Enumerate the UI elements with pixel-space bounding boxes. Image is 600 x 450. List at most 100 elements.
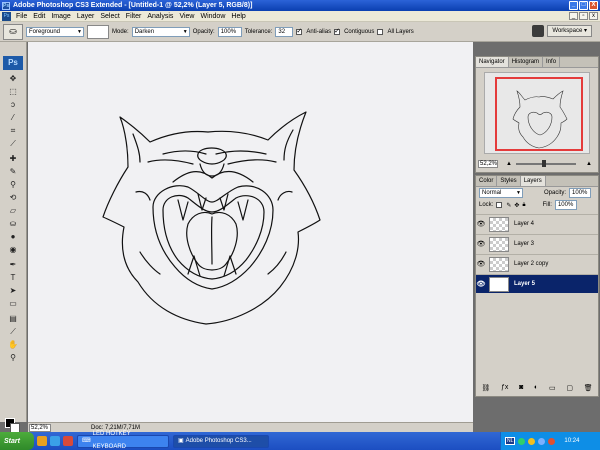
document-canvas[interactable]: [28, 42, 473, 422]
task-photoshop[interactable]: ▣ Adobe Photoshop CS3...: [173, 434, 269, 448]
layer-row-layer-2-copy[interactable]: 👁︎ Layer 2 copy: [476, 254, 598, 273]
eyedropper-sample-tool-icon[interactable]: ⟋: [8, 327, 18, 337]
minimize-button[interactable]: _: [569, 1, 578, 10]
fill-input[interactable]: 100%: [554, 200, 577, 210]
workspace-button[interactable]: Workspace ▾: [547, 25, 592, 37]
pen-tool-icon[interactable]: ✒: [8, 260, 18, 270]
delete-layer-icon[interactable]: 🗑︎: [584, 384, 593, 394]
dodge-tool-icon[interactable]: ◉: [8, 245, 18, 255]
zoom-in-icon[interactable]: ▲: [586, 161, 592, 167]
eye-icon[interactable]: 👁︎: [476, 260, 486, 268]
tray-security-icon[interactable]: [528, 437, 536, 445]
lock-pixels-icon[interactable]: ✎: [506, 202, 511, 209]
layer-mask-icon[interactable]: ◙: [519, 384, 523, 394]
quicklaunch-browser-icon[interactable]: [37, 436, 47, 446]
menu-layer[interactable]: Layer: [74, 13, 98, 20]
opacity-input[interactable]: 100%: [217, 26, 242, 37]
quicklaunch-ie-icon[interactable]: [50, 436, 60, 446]
eye-icon[interactable]: 👁︎: [476, 220, 486, 228]
eye-icon[interactable]: 👁︎: [476, 240, 486, 248]
tray-volume-icon[interactable]: [538, 437, 546, 445]
eraser-tool-icon[interactable]: ▱: [8, 206, 18, 216]
blur-tool-icon[interactable]: ●: [8, 232, 18, 242]
zoom-out-icon[interactable]: ▲: [506, 161, 512, 167]
healing-brush-tool-icon[interactable]: ✚: [8, 154, 18, 164]
tab-styles[interactable]: Styles: [497, 176, 521, 186]
magic-wand-tool-icon[interactable]: ⁄: [8, 113, 18, 123]
tab-navigator[interactable]: Navigator: [476, 57, 509, 67]
pattern-picker[interactable]: [87, 24, 109, 39]
tray-network-icon[interactable]: [518, 437, 526, 445]
menu-image[interactable]: Image: [48, 13, 73, 20]
tray-app-icon[interactable]: [548, 437, 556, 445]
all-layers-label: All Layers: [387, 28, 414, 35]
lock-all-icon[interactable]: 🔒︎: [522, 202, 525, 209]
workspace-icon[interactable]: [532, 25, 545, 37]
navigator-zoom-slider[interactable]: [516, 160, 576, 167]
doc-minimize-button[interactable]: _: [569, 12, 578, 20]
layer-opacity-input[interactable]: 100%: [569, 188, 592, 198]
navigator-preview[interactable]: [484, 72, 590, 154]
clone-stamp-tool-icon[interactable]: ⚲: [8, 180, 18, 190]
all-layers-checkbox[interactable]: [377, 28, 384, 35]
marquee-tool-icon[interactable]: ⬚: [8, 87, 18, 97]
tab-histogram[interactable]: Histogram: [509, 57, 544, 67]
layer-style-icon[interactable]: ƒx: [501, 384, 508, 394]
slider-knob[interactable]: [542, 160, 546, 167]
new-layer-icon[interactable]: ▢: [566, 384, 573, 394]
tab-info[interactable]: Info: [543, 57, 561, 67]
zoom-tool-icon[interactable]: ⚲: [8, 353, 18, 363]
eye-icon[interactable]: 👁︎: [476, 280, 486, 288]
shape-tool-icon[interactable]: ▭: [8, 299, 18, 309]
doc-restore-button[interactable]: ▫: [579, 12, 588, 20]
quicklaunch-media-icon[interactable]: [63, 436, 73, 446]
new-group-icon[interactable]: ▭: [549, 384, 556, 394]
menu-select[interactable]: Select: [97, 13, 122, 20]
task-label: LED HOTKEY KEYBOARD: [92, 431, 131, 450]
layer-row-layer-3[interactable]: 👁︎ Layer 3: [476, 234, 598, 253]
menu-view[interactable]: View: [176, 13, 197, 20]
menu-analysis[interactable]: Analysis: [144, 13, 176, 20]
history-brush-tool-icon[interactable]: ⟲: [8, 193, 18, 203]
menu-filter[interactable]: Filter: [123, 13, 145, 20]
navigator-view-box[interactable]: [495, 77, 583, 151]
contiguous-checkbox[interactable]: [334, 27, 341, 35]
paint-bucket-tool-icon[interactable]: ⛀: [8, 219, 18, 229]
layer-row-layer-5[interactable]: 👁︎ Layer 5: [476, 274, 598, 293]
navigator-zoom-input[interactable]: 52,2%: [478, 160, 498, 168]
menu-edit[interactable]: Edit: [30, 13, 48, 20]
path-selection-tool-icon[interactable]: ➤: [8, 286, 18, 296]
brush-tool-icon[interactable]: ✎: [8, 167, 18, 177]
lasso-tool-icon[interactable]: ↄ: [8, 100, 18, 110]
document-zoom-input[interactable]: 52,2%: [29, 423, 51, 432]
paint-bucket-preset-icon[interactable]: ⛀: [3, 23, 23, 40]
mode-select[interactable]: Darken ▼: [131, 26, 190, 37]
photoshop-menu-icon[interactable]: Ps: [2, 11, 11, 21]
type-tool-icon[interactable]: T: [8, 273, 18, 283]
menu-file[interactable]: File: [13, 13, 30, 20]
tab-layers[interactable]: Layers: [520, 176, 546, 186]
menu-window[interactable]: Window: [197, 13, 228, 20]
blend-mode-select[interactable]: Normal ▼: [479, 188, 523, 198]
crop-tool-icon[interactable]: ⌗: [8, 126, 18, 136]
task-led-hotkey-keyboard[interactable]: ⌨ LED HOTKEY KEYBOARD: [77, 431, 169, 450]
fill-source-select[interactable]: Foreground ▼: [26, 26, 84, 37]
lock-transparency-icon[interactable]: [496, 202, 503, 208]
menu-help[interactable]: Help: [228, 13, 248, 20]
antialias-checkbox[interactable]: [296, 27, 303, 35]
layer-row-layer-4[interactable]: 👁︎ Layer 4: [476, 214, 598, 233]
tolerance-input[interactable]: 32: [275, 26, 294, 37]
adjustment-layer-icon[interactable]: ◐: [534, 384, 538, 394]
language-indicator[interactable]: NL: [505, 437, 516, 445]
lock-position-icon[interactable]: ✥: [514, 202, 519, 209]
move-tool-icon[interactable]: ✥: [8, 74, 18, 84]
link-layers-icon[interactable]: ⛓: [481, 384, 490, 394]
maximize-button[interactable]: □: [579, 1, 588, 10]
tab-color[interactable]: Color: [476, 176, 498, 186]
eyedropper-tool-icon[interactable]: ⟋: [8, 139, 18, 149]
doc-close-button[interactable]: x: [589, 12, 598, 20]
close-button[interactable]: X: [589, 1, 598, 10]
notes-tool-icon[interactable]: ▤: [8, 314, 18, 324]
start-button[interactable]: Start: [0, 432, 34, 450]
hand-tool-icon[interactable]: ✋: [8, 340, 18, 350]
